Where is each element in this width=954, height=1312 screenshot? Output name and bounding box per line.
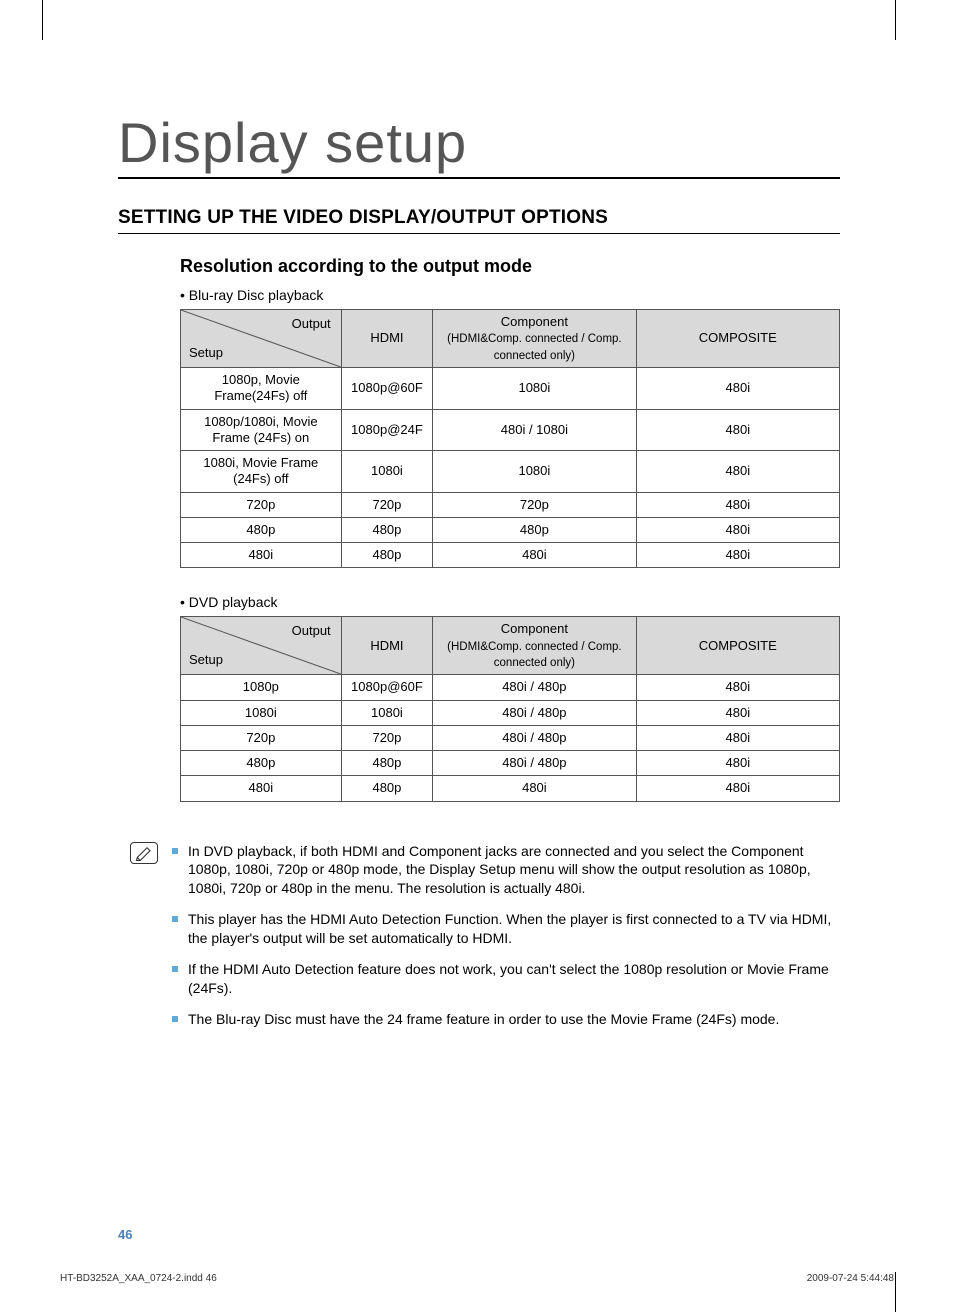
cell-setup: 720p: [181, 725, 342, 750]
cell-setup: 1080p: [181, 675, 342, 700]
cell-component: 480i / 480p: [433, 725, 636, 750]
resolution-table-bluray: Output Setup HDMI Component(HDMI&Comp. c…: [180, 309, 840, 568]
table-row: 1080i 1080i 480i / 480p 480i: [181, 700, 840, 725]
cell-component: 720p: [433, 492, 636, 517]
cell-setup: 480i: [181, 776, 342, 801]
cell-setup: 1080p/1080i, Movie Frame (24Fs) on: [181, 409, 342, 451]
table-row: 480p 480p 480i / 480p 480i: [181, 751, 840, 776]
cell-setup: 480p: [181, 751, 342, 776]
chapter-title: Display setup: [118, 110, 840, 179]
setup-label: Setup: [189, 345, 223, 361]
cell-hdmi: 1080p@60F: [341, 368, 433, 410]
table-row: 1080i, Movie Frame (24Fs) off 1080i 1080…: [181, 451, 840, 493]
cell-composite: 480i: [636, 675, 839, 700]
section-heading: SETTING UP THE VIDEO DISPLAY/OUTPUT OPTI…: [118, 207, 840, 234]
cell-hdmi: 1080i: [341, 700, 433, 725]
col-hdmi: HDMI: [341, 617, 433, 675]
cell-component: 1080i: [433, 368, 636, 410]
crop-mark: [42, 0, 43, 40]
cell-component: 480i: [433, 776, 636, 801]
cell-composite: 480i: [636, 368, 839, 410]
note-item: In DVD playback, if both HDMI and Compon…: [172, 842, 840, 899]
table-caption: DVD playback: [180, 594, 840, 610]
cell-hdmi: 720p: [341, 492, 433, 517]
table-row: 1080p 1080p@60F 480i / 480p 480i: [181, 675, 840, 700]
cell-component: 1080i: [433, 451, 636, 493]
table-caption: Blu-ray Disc playback: [180, 287, 840, 303]
col-component: Component(HDMI&Comp. connected / Comp. c…: [433, 617, 636, 675]
cell-composite: 480i: [636, 751, 839, 776]
pencil-note-icon: [130, 842, 158, 864]
cell-setup: 720p: [181, 492, 342, 517]
notes-list: In DVD playback, if both HDMI and Compon…: [172, 842, 840, 1041]
footer-filename: HT-BD3252A_XAA_0724-2.indd 46: [60, 1273, 217, 1284]
col-component: Component(HDMI&Comp. connected / Comp. c…: [433, 310, 636, 368]
cell-hdmi: 480p: [341, 776, 433, 801]
crop-mark: [895, 1272, 896, 1312]
cell-composite: 480i: [636, 700, 839, 725]
cell-setup: 1080i, Movie Frame (24Fs) off: [181, 451, 342, 493]
cell-composite: 480i: [636, 517, 839, 542]
print-footer: HT-BD3252A_XAA_0724-2.indd 46 2009-07-24…: [60, 1273, 894, 1284]
cell-setup: 480i: [181, 543, 342, 568]
cell-component: 480i / 480p: [433, 675, 636, 700]
cell-hdmi: 1080i: [341, 451, 433, 493]
output-label: Output: [292, 316, 331, 332]
cell-hdmi: 1080p@24F: [341, 409, 433, 451]
sub-heading: Resolution according to the output mode: [180, 256, 840, 277]
cell-setup: 1080p, Movie Frame(24Fs) off: [181, 368, 342, 410]
table-row: 720p 720p 480i / 480p 480i: [181, 725, 840, 750]
table-row: 1080p, Movie Frame(24Fs) off 1080p@60F 1…: [181, 368, 840, 410]
cell-component: 480i: [433, 543, 636, 568]
footer-timestamp: 2009-07-24 5:44:48: [807, 1273, 894, 1284]
note-item: If the HDMI Auto Detection feature does …: [172, 960, 840, 998]
setup-label: Setup: [189, 652, 223, 668]
cell-composite: 480i: [636, 492, 839, 517]
col-composite: COMPOSITE: [636, 617, 839, 675]
output-label: Output: [292, 623, 331, 639]
cell-setup: 1080i: [181, 700, 342, 725]
notes-block: In DVD playback, if both HDMI and Compon…: [130, 842, 840, 1041]
cell-composite: 480i: [636, 409, 839, 451]
cell-hdmi: 480p: [341, 751, 433, 776]
header-setup-output: Output Setup: [181, 310, 342, 368]
col-hdmi: HDMI: [341, 310, 433, 368]
table-row: 480i 480p 480i 480i: [181, 543, 840, 568]
note-item: The Blu-ray Disc must have the 24 frame …: [172, 1010, 840, 1029]
table-row: 480i 480p 480i 480i: [181, 776, 840, 801]
cell-composite: 480i: [636, 776, 839, 801]
cell-hdmi: 480p: [341, 543, 433, 568]
header-setup-output: Output Setup: [181, 617, 342, 675]
page-content: Display setup SETTING UP THE VIDEO DISPL…: [118, 110, 840, 1041]
table-row: 1080p/1080i, Movie Frame (24Fs) on 1080p…: [181, 409, 840, 451]
cell-composite: 480i: [636, 543, 839, 568]
page-number: 46: [118, 1227, 132, 1242]
cell-setup: 480p: [181, 517, 342, 542]
note-item: This player has the HDMI Auto Detection …: [172, 910, 840, 948]
table-row: 720p 720p 720p 480i: [181, 492, 840, 517]
cell-composite: 480i: [636, 451, 839, 493]
crop-mark: [895, 0, 896, 40]
cell-hdmi: 720p: [341, 725, 433, 750]
cell-component: 480i / 1080i: [433, 409, 636, 451]
cell-component: 480i / 480p: [433, 700, 636, 725]
cell-component: 480p: [433, 517, 636, 542]
table-row: 480p 480p 480p 480i: [181, 517, 840, 542]
cell-hdmi: 480p: [341, 517, 433, 542]
cell-component: 480i / 480p: [433, 751, 636, 776]
content-body: Resolution according to the output mode …: [180, 256, 840, 802]
resolution-table-dvd: Output Setup HDMI Component(HDMI&Comp. c…: [180, 616, 840, 801]
cell-hdmi: 1080p@60F: [341, 675, 433, 700]
col-composite: COMPOSITE: [636, 310, 839, 368]
cell-composite: 480i: [636, 725, 839, 750]
